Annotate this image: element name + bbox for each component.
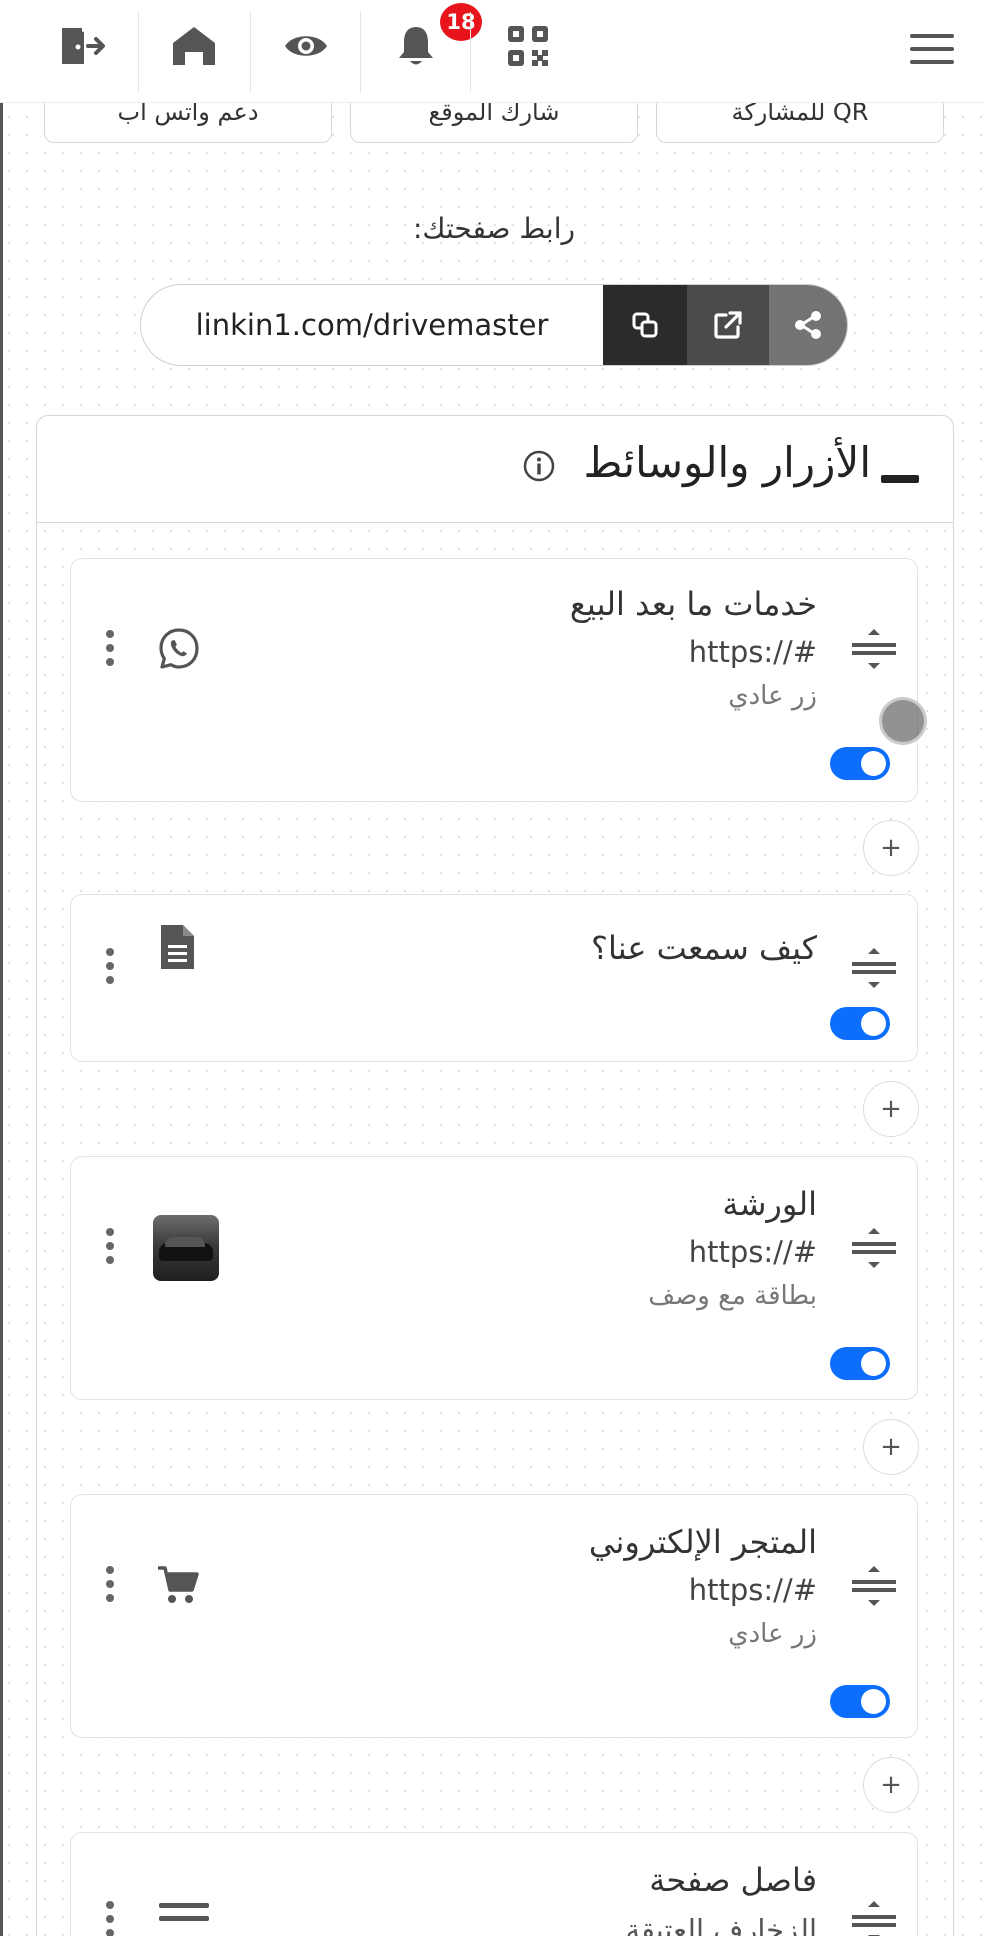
more-options-icon[interactable]	[105, 948, 115, 988]
add-item-button[interactable]: +	[863, 1757, 919, 1813]
collapse-icon[interactable]	[881, 475, 919, 483]
share-link-button[interactable]	[769, 285, 847, 365]
drag-handle-icon[interactable]	[851, 948, 897, 988]
section-header[interactable]: الأزرار والوسائط	[37, 416, 953, 523]
touch-indicator	[879, 697, 927, 745]
item-title: كيف سمعت عنا؟	[590, 929, 817, 967]
logout-icon[interactable]	[26, 0, 138, 92]
external-link-icon	[714, 311, 742, 339]
item-title: فاصل صفحة	[649, 1861, 817, 1899]
copy-link-button[interactable]	[603, 285, 687, 365]
copy-icon	[632, 312, 658, 338]
item-type: الزخارف العتيقة	[625, 1913, 817, 1936]
divider-icon	[159, 1903, 209, 1921]
drag-handle-icon[interactable]	[851, 1566, 897, 1606]
open-link-button[interactable]	[687, 285, 769, 365]
whatsapp-icon	[159, 628, 199, 669]
item-url: https://#	[688, 1235, 817, 1269]
item-type: بطاقة مع وصف	[648, 1281, 817, 1311]
cart-icon	[158, 1566, 199, 1603]
item-enabled-toggle[interactable]	[830, 1347, 890, 1380]
add-item-button[interactable]: +	[863, 820, 919, 876]
info-icon[interactable]	[522, 449, 556, 483]
add-item-button[interactable]: +	[863, 1081, 919, 1137]
list-item[interactable]: المتجر الإلكتروني https://# زر عادي	[70, 1494, 918, 1738]
car-thumbnail	[153, 1215, 219, 1281]
list-item[interactable]: كيف سمعت عنا؟	[70, 894, 918, 1062]
share-icon	[795, 311, 821, 339]
item-type: زر عادي	[728, 681, 817, 711]
drag-handle-icon[interactable]	[851, 629, 897, 669]
more-options-icon[interactable]	[105, 1228, 115, 1268]
menu-icon[interactable]	[910, 34, 954, 68]
item-enabled-toggle[interactable]	[830, 747, 890, 780]
eye-icon[interactable]	[250, 0, 362, 92]
drag-handle-icon[interactable]	[851, 1901, 897, 1936]
qr-code-icon[interactable]	[472, 0, 584, 92]
item-url: https://#	[688, 1573, 817, 1607]
more-options-icon[interactable]	[105, 1566, 115, 1606]
list-item[interactable]: خدمات ما بعد البيع https://# زر عادي	[70, 558, 918, 802]
add-item-button[interactable]: +	[863, 1419, 919, 1475]
window-edge	[0, 0, 3, 1936]
item-title: الورشة	[722, 1185, 817, 1223]
item-url: https://#	[688, 635, 817, 669]
top-navigation-bar: 18	[0, 0, 986, 103]
document-icon	[161, 925, 194, 969]
list-item[interactable]: الورشة https://# بطاقة مع وصف	[70, 1156, 918, 1400]
item-enabled-toggle[interactable]	[830, 1007, 890, 1040]
page-link-url[interactable]: linkin1.com/drivemaster	[141, 285, 603, 365]
item-type: زر عادي	[728, 1619, 817, 1649]
more-options-icon[interactable]	[105, 630, 115, 670]
item-title: المتجر الإلكتروني	[588, 1523, 817, 1561]
page-link-group: linkin1.com/drivemaster	[140, 284, 848, 366]
section-title: الأزرار والوسائط	[583, 438, 871, 487]
item-enabled-toggle[interactable]	[830, 1685, 890, 1718]
drag-handle-icon[interactable]	[851, 1228, 897, 1268]
home-icon[interactable]	[138, 0, 250, 92]
page-link-label: رابط صفحتك:	[412, 212, 576, 245]
item-title: خدمات ما بعد البيع	[569, 585, 817, 623]
more-options-icon[interactable]	[105, 1901, 115, 1936]
list-item[interactable]: فاصل صفحة الزخارف العتيقة	[70, 1832, 918, 1936]
